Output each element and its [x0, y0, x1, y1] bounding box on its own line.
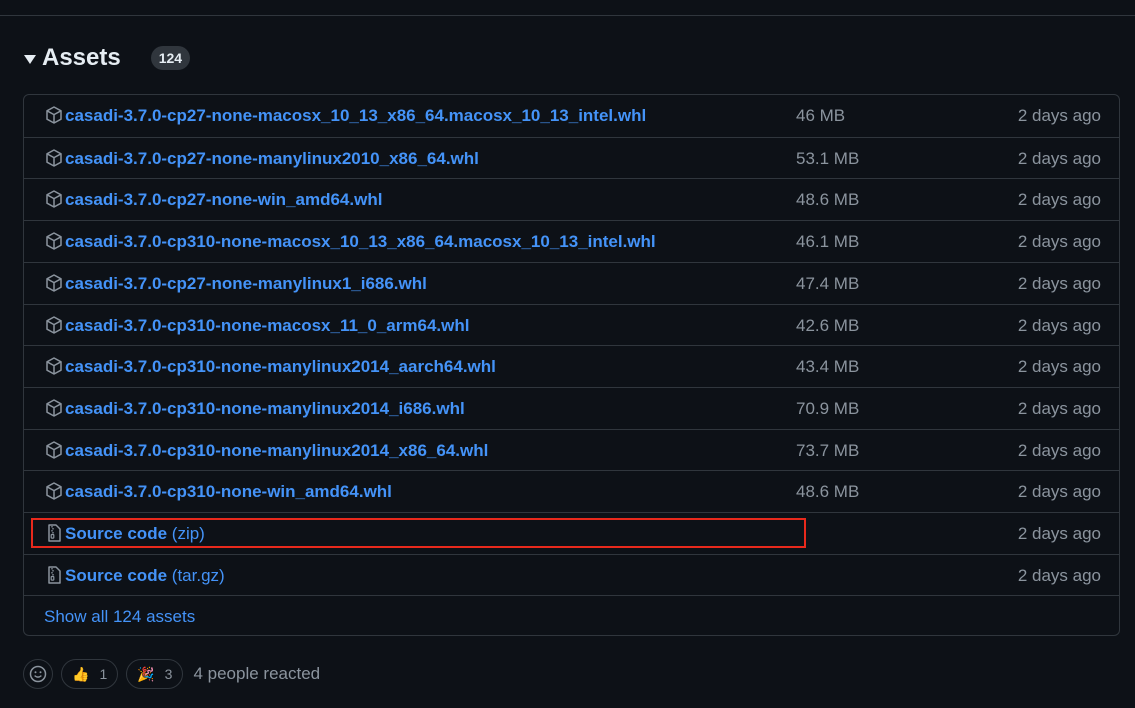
package-icon: [44, 398, 64, 418]
package-icon: [44, 189, 64, 209]
asset-link[interactable]: casadi-3.7.0-cp310-none-manylinux2014_i6…: [65, 388, 465, 429]
asset-date: 2 days ago: [1017, 274, 1101, 293]
asset-link[interactable]: casadi-3.7.0-cp310-none-manylinux2014_aa…: [65, 346, 496, 387]
asset-date: 2 days ago: [1017, 316, 1101, 335]
asset-link[interactable]: casadi-3.7.0-cp310-none-macosx_11_0_arm6…: [65, 305, 469, 346]
asset-size: 42.6 MB: [796, 316, 860, 335]
source-code-label: Source code: [65, 566, 168, 585]
asset-row: casadi-3.7.0-cp27-none-win_amd64.whl 48.6…: [24, 178, 1119, 220]
thumbs-up-count: 1: [99, 666, 108, 682]
source-zip-highlight: [31, 518, 806, 548]
asset-row: casadi-3.7.0-cp27-none-macosx_10_13_x86_…: [24, 95, 1119, 137]
package-icon: [44, 148, 64, 168]
asset-size: 46 MB: [796, 106, 846, 125]
thumbs-up-reaction[interactable]: 👍 1: [61, 659, 119, 689]
show-all-assets-link[interactable]: Show all 124 assets: [44, 596, 195, 637]
asset-row: casadi-3.7.0-cp310-none-win_amd64.whl 48.…: [24, 470, 1119, 512]
caret-down-icon[interactable]: [24, 55, 36, 64]
reaction-summary: 4 people reacted: [193, 664, 321, 683]
package-icon: [44, 273, 64, 293]
asset-date: 2 days ago: [1017, 524, 1101, 543]
source-code-link[interactable]: Source code (tar.gz): [65, 555, 225, 596]
asset-date: 2 days ago: [1017, 482, 1101, 501]
asset-row: casadi-3.7.0-cp310-none-macosx_11_0_arm6…: [24, 304, 1119, 346]
asset-link[interactable]: casadi-3.7.0-cp27-none-manylinux1_i686.w…: [65, 263, 427, 304]
file-zip-icon: [44, 565, 64, 585]
asset-date: 2 days ago: [1017, 190, 1101, 209]
thumbs-up-icon: 👍: [72, 665, 90, 682]
asset-link[interactable]: casadi-3.7.0-cp27-none-macosx_10_13_x86_…: [65, 95, 646, 136]
assets-count-badge: 124: [150, 46, 191, 70]
asset-link[interactable]: casadi-3.7.0-cp27-none-win_amd64.whl: [65, 179, 382, 220]
smiley-icon: [29, 665, 47, 683]
asset-link[interactable]: casadi-3.7.0-cp27-none-manylinux2010_x86…: [65, 138, 479, 179]
asset-date: 2 days ago: [1017, 106, 1101, 125]
assets-title: Assets: [42, 44, 121, 71]
asset-size: 47.4 MB: [796, 274, 860, 293]
assets-header[interactable]: Assets 124: [24, 42, 191, 74]
asset-row: casadi-3.7.0-cp27-none-manylinux2010_x86…: [24, 137, 1119, 179]
asset-row: casadi-3.7.0-cp310-none-manylinux2014_aa…: [24, 345, 1119, 387]
tada-icon: 🎉: [137, 665, 155, 682]
show-all-row: Show all 124 assets: [24, 595, 1119, 637]
asset-size: 43.4 MB: [796, 357, 860, 376]
asset-date: 2 days ago: [1017, 232, 1101, 251]
asset-row: casadi-3.7.0-cp310-none-manylinux2014_i6…: [24, 387, 1119, 429]
asset-size: 53.1 MB: [796, 149, 860, 168]
package-icon: [44, 231, 64, 251]
package-icon: [44, 105, 64, 125]
asset-size: 70.9 MB: [796, 399, 860, 418]
package-icon: [44, 440, 64, 460]
tada-count: 3: [164, 666, 173, 682]
asset-date: 2 days ago: [1017, 566, 1101, 585]
package-icon: [44, 356, 64, 376]
asset-date: 2 days ago: [1017, 149, 1101, 168]
source-code-format: (tar.gz): [171, 566, 225, 585]
asset-size: 48.6 MB: [796, 190, 860, 209]
asset-date: 2 days ago: [1017, 399, 1101, 418]
package-icon: [44, 315, 64, 335]
package-icon: [44, 481, 64, 501]
asset-row: casadi-3.7.0-cp310-none-macosx_10_13_x86…: [24, 220, 1119, 262]
assets-list: casadi-3.7.0-cp27-none-macosx_10_13_x86_…: [23, 94, 1120, 636]
asset-size: 73.7 MB: [796, 441, 860, 460]
asset-row: casadi-3.7.0-cp310-none-manylinux2014_x8…: [24, 429, 1119, 471]
asset-size: 46.1 MB: [796, 232, 860, 251]
reactions-bar: 👍 1 🎉 3 4 people reacted: [23, 658, 320, 690]
asset-date: 2 days ago: [1017, 441, 1101, 460]
asset-row: casadi-3.7.0-cp27-none-manylinux1_i686.w…: [24, 262, 1119, 304]
asset-date: 2 days ago: [1017, 357, 1101, 376]
tada-reaction[interactable]: 🎉 3: [126, 659, 184, 689]
source-code-row: Source code (tar.gz) 2 days ago: [24, 554, 1119, 596]
asset-link[interactable]: casadi-3.7.0-cp310-none-manylinux2014_x8…: [65, 430, 488, 471]
asset-size: 48.6 MB: [796, 482, 860, 501]
add-reaction-button[interactable]: [23, 659, 53, 689]
asset-link[interactable]: casadi-3.7.0-cp310-none-macosx_10_13_x86…: [65, 221, 656, 262]
top-divider: [0, 15, 1135, 16]
asset-link[interactable]: casadi-3.7.0-cp310-none-win_amd64.whl: [65, 471, 392, 512]
